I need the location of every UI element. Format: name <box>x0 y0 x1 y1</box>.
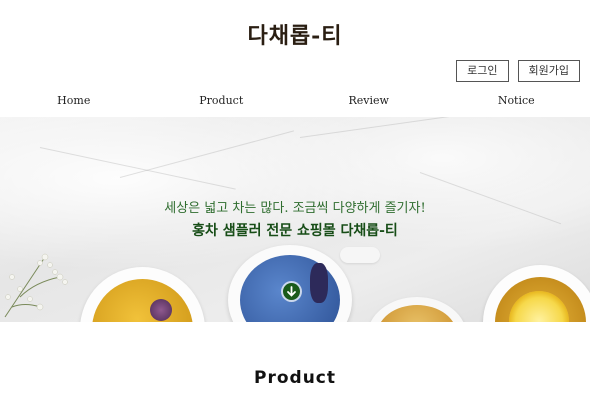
flower-sprig-image <box>4 253 68 318</box>
marble-vein <box>119 130 294 178</box>
hero-tagline: 세상은 넓고 차는 많다. 조금씩 다양하게 즐기자! <box>164 201 426 216</box>
tea-cup-image <box>483 265 590 322</box>
scroll-down-button[interactable] <box>283 283 300 300</box>
arrow-down-icon <box>287 286 296 297</box>
tea-cup-image <box>80 267 205 322</box>
nav-item-review[interactable]: Review <box>295 94 443 107</box>
flower-petal <box>150 299 172 321</box>
cup-handle <box>340 247 380 263</box>
nav-item-notice[interactable]: Notice <box>443 94 590 107</box>
main-nav: Home Product Review Notice <box>0 94 590 107</box>
lemon-slice <box>509 291 569 322</box>
hero-banner: 세상은 넓고 차는 많다. 조금씩 다양하게 즐기자! 홍차 샘플러 전문 쇼핑… <box>0 117 590 322</box>
marble-vein <box>299 117 558 138</box>
tea-liquid <box>92 279 193 322</box>
nav-item-product[interactable]: Product <box>148 94 296 107</box>
site-logo[interactable]: 다채롭-티 <box>0 18 590 50</box>
login-button[interactable]: 로그인 <box>456 60 509 82</box>
section-title: Product <box>254 368 336 388</box>
hero-subtitle: 홍차 샘플러 전문 쇼핑몰 다채롭-티 <box>192 223 398 239</box>
auth-buttons: 로그인 회원가입 <box>456 60 580 82</box>
signup-button[interactable]: 회원가입 <box>517 60 580 82</box>
nav-item-home[interactable]: Home <box>0 94 148 107</box>
tea-liquid <box>495 277 586 322</box>
tea-cup-image <box>367 297 467 322</box>
tea-liquid <box>377 305 457 322</box>
flower-petal <box>310 263 328 303</box>
